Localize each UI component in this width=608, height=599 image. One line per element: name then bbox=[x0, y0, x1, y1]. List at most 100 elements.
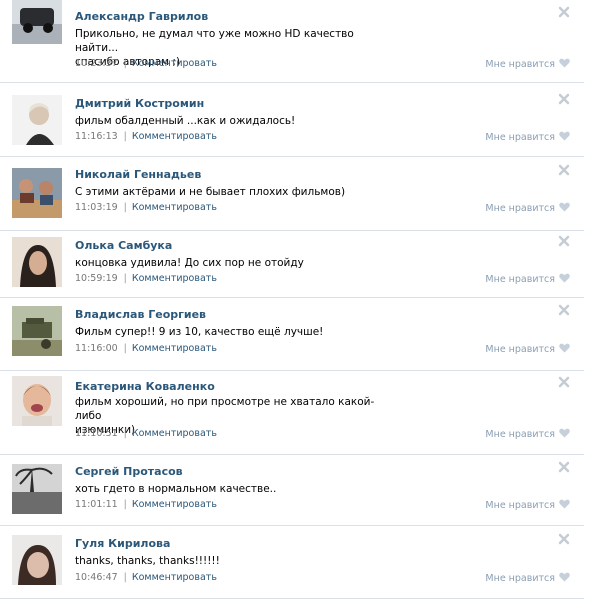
comment-text: Фильм супер!! 9 из 10, качество ещё лучш… bbox=[75, 325, 395, 339]
meta-separator: | bbox=[123, 131, 127, 142]
comment-item: Екатерина Коваленко фильм хороший, но при… bbox=[0, 370, 584, 455]
heart-icon bbox=[559, 343, 570, 356]
meta-separator: | bbox=[123, 202, 127, 213]
comment-reply-link[interactable]: Комментировать bbox=[132, 428, 217, 439]
timestamp: 11:16:00 bbox=[75, 343, 118, 354]
comment-text: фильм обалденный ...как и ожидалось! bbox=[75, 114, 395, 128]
comment-reply-link[interactable]: Комментировать bbox=[132, 572, 217, 583]
comment-text-line: thanks, thanks, thanks!!!!!! bbox=[75, 555, 220, 567]
heart-icon bbox=[559, 428, 570, 441]
timestamp: 11:01:11 bbox=[75, 499, 118, 510]
avatar[interactable] bbox=[12, 168, 62, 218]
comment-text: С этими актёрами и не бывает плохих филь… bbox=[75, 185, 395, 199]
timestamp: 10:59:19 bbox=[75, 273, 118, 284]
comment-text: хоть гдето в нормальном качестве.. bbox=[75, 482, 395, 496]
comment-text-line: Фильм супер!! 9 из 10, качество ещё лучш… bbox=[75, 326, 324, 338]
comment-text: thanks, thanks, thanks!!!!!! bbox=[75, 554, 395, 568]
comment-item: Сергей Протасов хоть гдето в нормальном к… bbox=[0, 454, 584, 526]
heart-icon bbox=[559, 273, 570, 286]
author-name-link[interactable]: Олька Самбука bbox=[75, 239, 172, 252]
close-icon[interactable] bbox=[558, 235, 570, 247]
comment-text-line: С этими актёрами и не бывает плохих филь… bbox=[75, 186, 346, 198]
comment-item: Александр Гаврилов Прикольно, не думал чт… bbox=[0, 0, 584, 83]
author-name-link[interactable]: Екатерина Коваленко bbox=[75, 380, 215, 393]
close-icon[interactable] bbox=[558, 164, 570, 176]
like-button[interactable]: Мне нравится bbox=[485, 273, 570, 286]
timestamp: 11:10:51 bbox=[75, 428, 118, 439]
meta-separator: | bbox=[123, 273, 127, 284]
like-button[interactable]: Мне нравится bbox=[485, 343, 570, 356]
comment-text-line: концовка удивила! До сих пор не отойду bbox=[75, 257, 304, 269]
timestamp: 11:03:19 bbox=[75, 202, 118, 213]
comment-text: концовка удивила! До сих пор не отойду bbox=[75, 256, 395, 270]
like-button[interactable]: Мне нравится bbox=[485, 58, 570, 71]
comment-reply-link[interactable]: Комментировать bbox=[132, 202, 217, 213]
like-label: Мне нравится bbox=[485, 132, 555, 143]
avatar[interactable] bbox=[12, 306, 62, 356]
like-button[interactable]: Мне нравится bbox=[485, 428, 570, 441]
close-icon[interactable] bbox=[558, 533, 570, 545]
like-label: Мне нравится bbox=[485, 59, 555, 70]
comment-meta: 11:10:51 | Комментировать bbox=[75, 428, 217, 439]
heart-icon bbox=[559, 572, 570, 585]
comment-item: Николай Геннадьев С этими актёрами и не б… bbox=[0, 156, 584, 231]
close-icon[interactable] bbox=[558, 93, 570, 105]
heart-icon bbox=[559, 499, 570, 512]
heart-icon bbox=[559, 58, 570, 71]
heart-icon bbox=[559, 202, 570, 215]
like-label: Мне нравится bbox=[485, 274, 555, 285]
close-icon[interactable] bbox=[558, 461, 570, 473]
author-name-link[interactable]: Николай Геннадьев bbox=[75, 168, 201, 181]
like-button[interactable]: Мне нравится bbox=[485, 202, 570, 215]
comment-meta: 10:23:37 | Комментировать bbox=[75, 58, 217, 69]
heart-icon bbox=[559, 131, 570, 144]
like-button[interactable]: Мне нравится bbox=[485, 572, 570, 585]
like-label: Мне нравится bbox=[485, 429, 555, 440]
like-label: Мне нравится bbox=[485, 500, 555, 511]
comment-item: Владислав Георгиев Фильм супер!! 9 из 10,… bbox=[0, 297, 584, 371]
comment-item: Олька Самбука концовка удивила! До сих по… bbox=[0, 230, 584, 298]
like-label: Мне нравится bbox=[485, 573, 555, 584]
comment-meta: 11:03:19 | Комментировать bbox=[75, 202, 217, 213]
meta-separator: | bbox=[123, 428, 127, 439]
timestamp: 11:16:13 bbox=[75, 131, 118, 142]
close-icon[interactable] bbox=[558, 376, 570, 388]
like-label: Мне нравится bbox=[485, 344, 555, 355]
comment-reply-link[interactable]: Комментировать bbox=[132, 343, 217, 354]
comment-text-line: фильм хороший, но при просмотре не хвата… bbox=[75, 396, 375, 422]
author-name-link[interactable]: Гуля Кирилова bbox=[75, 537, 170, 550]
avatar[interactable] bbox=[12, 535, 62, 585]
comment-text-line: фильм обалденный ...как и ожидалось! bbox=[75, 115, 296, 127]
avatar[interactable] bbox=[12, 0, 62, 44]
timestamp: 10:23:37 bbox=[75, 58, 118, 69]
author-name-link[interactable]: Владислав Георгиев bbox=[75, 308, 206, 321]
avatar[interactable] bbox=[12, 464, 62, 514]
comment-item: Дмитрий Костромин фильм обалденный ...как… bbox=[0, 82, 584, 157]
comment-reply-link[interactable]: Комментировать bbox=[132, 499, 217, 510]
comment-meta: 11:16:00 | Комментировать bbox=[75, 343, 217, 354]
avatar[interactable] bbox=[12, 376, 62, 426]
author-name-link[interactable]: Сергей Протасов bbox=[75, 465, 183, 478]
comment-meta: 11:16:13 | Комментировать bbox=[75, 131, 217, 142]
meta-separator: | bbox=[123, 499, 127, 510]
comment-text-line: Прикольно, не думал что уже можно HD кач… bbox=[75, 28, 354, 54]
avatar[interactable] bbox=[12, 237, 62, 287]
comment-meta: 10:59:19 | Комментировать bbox=[75, 273, 217, 284]
like-button[interactable]: Мне нравится bbox=[485, 499, 570, 512]
author-name-link[interactable]: Дмитрий Костромин bbox=[75, 97, 204, 110]
meta-separator: | bbox=[123, 572, 127, 583]
avatar[interactable] bbox=[12, 95, 62, 145]
comment-item: Гуля Кирилова thanks, thanks, thanks!!!!!… bbox=[0, 525, 584, 599]
close-icon[interactable] bbox=[558, 304, 570, 316]
author-name-link[interactable]: Александр Гаврилов bbox=[75, 10, 208, 23]
comment-reply-link[interactable]: Комментировать bbox=[132, 273, 217, 284]
comment-reply-link[interactable]: Комментировать bbox=[132, 131, 217, 142]
like-button[interactable]: Мне нравится bbox=[485, 131, 570, 144]
like-label: Мне нравится bbox=[485, 203, 555, 214]
comment-meta: 10:46:47 | Комментировать bbox=[75, 572, 217, 583]
comment-meta: 11:01:11 | Комментировать bbox=[75, 499, 217, 510]
timestamp: 10:46:47 bbox=[75, 572, 118, 583]
close-icon[interactable] bbox=[558, 6, 570, 18]
comment-reply-link[interactable]: Комментировать bbox=[132, 58, 217, 69]
comments-feed: Александр Гаврилов Прикольно, не думал чт… bbox=[0, 0, 608, 599]
